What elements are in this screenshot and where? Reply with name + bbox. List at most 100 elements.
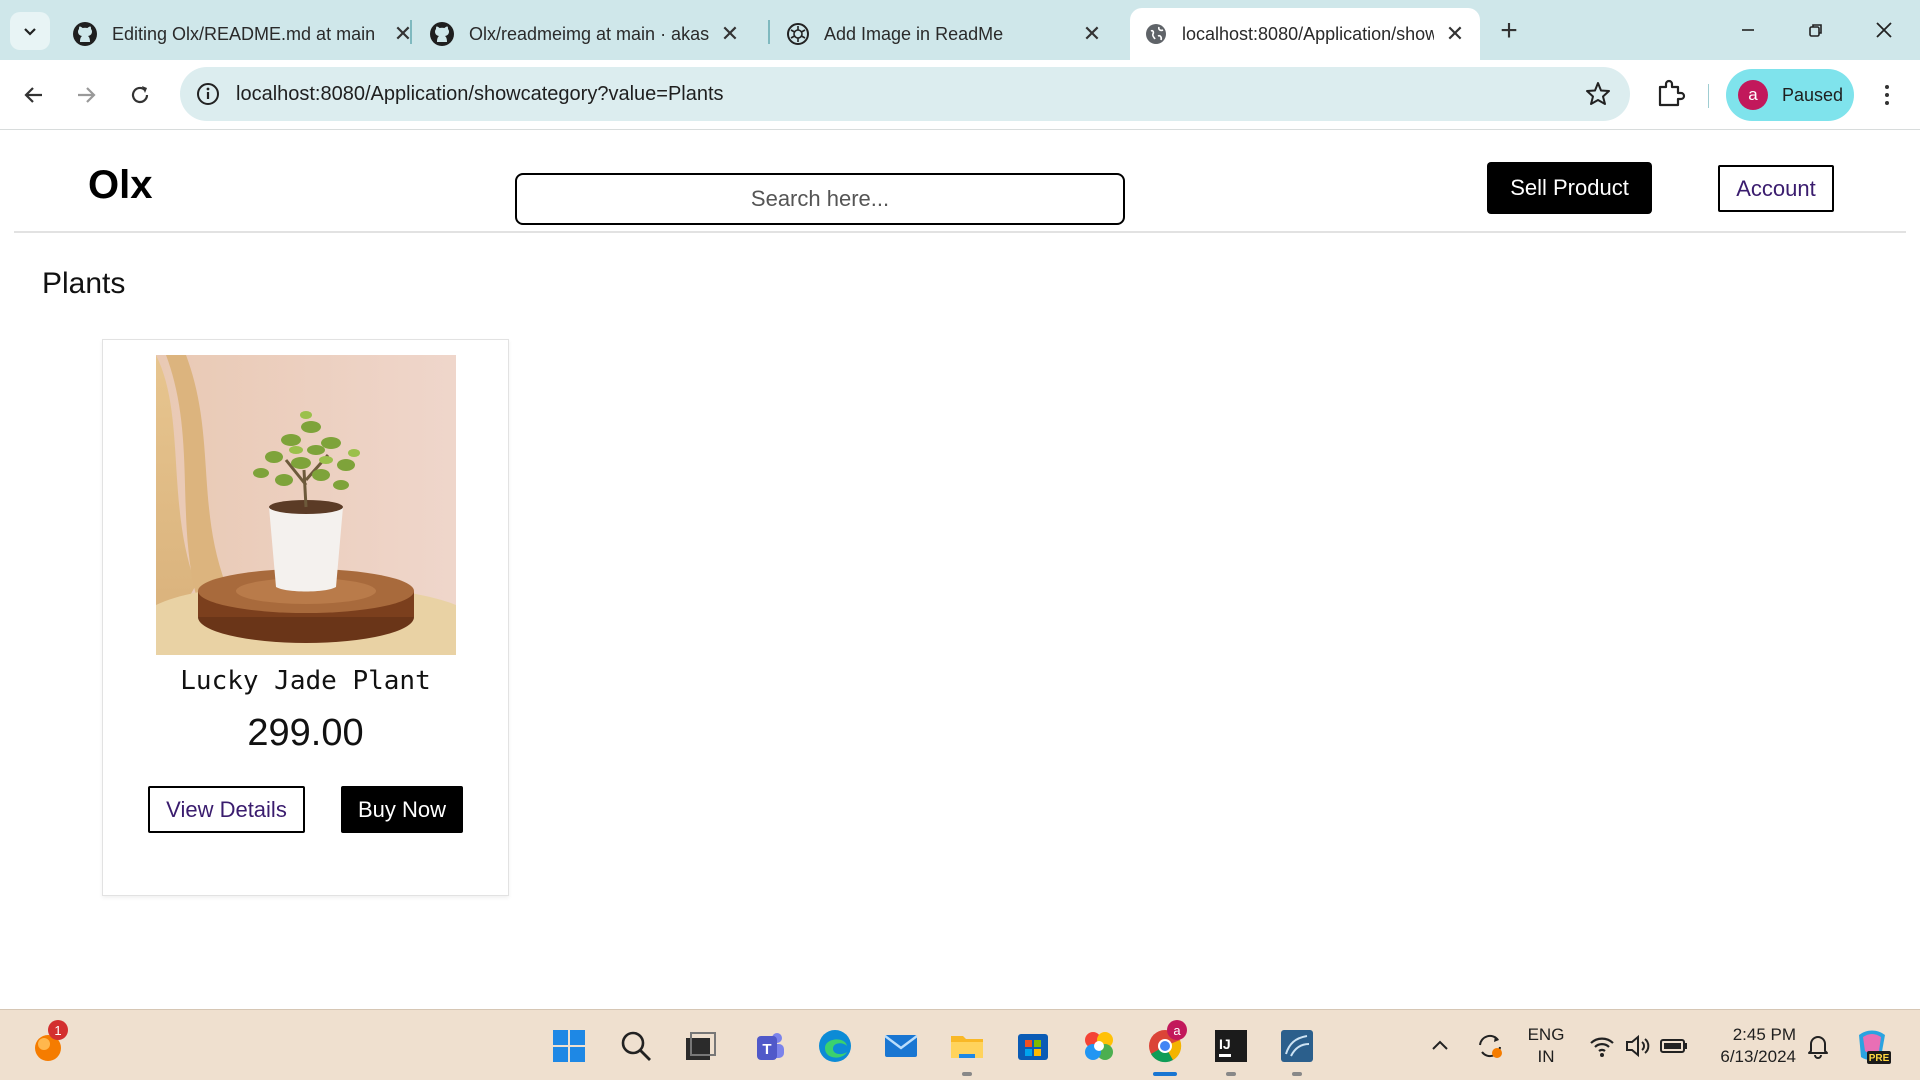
windows-start-icon [553,1030,585,1062]
volume-button[interactable] [1618,1026,1658,1066]
tab-editing-readme[interactable]: Editing Olx/README.md at main ✕ [58,8,428,60]
language-indicator[interactable]: ENG IN [1520,1024,1572,1068]
browser-menu-button[interactable] [1872,75,1902,115]
site-header: Olx Sell Product Account [14,131,1906,233]
reload-icon [131,86,149,104]
tab-readmeimg[interactable]: Olx/readmeimg at main · akash ✕ [415,8,755,60]
tab-search-button[interactable] [10,12,50,50]
edge-button[interactable] [815,1026,855,1066]
copilot-icon: PRE [1859,1030,1891,1064]
intellij-button[interactable]: IJ [1211,1026,1251,1066]
minimize-icon [1742,29,1754,31]
more-dots-icon [1885,85,1889,89]
mysql-workbench-icon [1281,1030,1313,1062]
mail-icon [884,1035,918,1057]
store-icon [1018,1034,1048,1060]
battery-icon [1660,1039,1687,1053]
task-view-button[interactable] [680,1026,720,1066]
buy-now-button[interactable]: Buy Now [341,786,463,833]
tab-separator [768,20,770,44]
sync-tray-button[interactable] [1470,1026,1510,1066]
task-view-icon [686,1032,716,1060]
new-tab-button[interactable]: + [1492,14,1526,48]
notification-badge: 1 [48,1020,68,1040]
browser-tabstrip: Editing Olx/README.md at main ✕ Olx/read… [0,0,1920,60]
wifi-icon [1590,1037,1614,1057]
extensions-puzzle-icon[interactable] [1652,75,1688,111]
store-button[interactable] [1013,1026,1053,1066]
account-button[interactable]: Account [1718,165,1834,212]
close-window-button[interactable] [1864,10,1904,50]
photos-button[interactable] [1079,1026,1119,1066]
clock-date: 6/13/2024 [1720,1047,1796,1066]
close-icon[interactable]: ✕ [1081,21,1103,46]
mail-button[interactable] [881,1026,921,1066]
search-input[interactable] [515,173,1125,225]
product-image[interactable] [156,355,456,655]
folder-icon [951,1036,983,1058]
windows-taskbar: 1 T a IJ ENG IN 2:45 PM 6/13/2024 PRE [0,1009,1920,1080]
mysql-workbench-button[interactable] [1277,1026,1317,1066]
profile-button[interactable]: a Paused [1726,69,1854,121]
clock-time: 2:45 PM [1732,1025,1796,1044]
forward-button[interactable] [66,75,106,115]
tab-title: Add Image in ReadMe [824,23,1004,44]
intellij-icon: IJ [1215,1030,1247,1062]
reload-button[interactable] [120,75,160,115]
search-icon [621,1031,651,1061]
bell-icon [1808,1036,1828,1059]
view-details-button[interactable]: View Details [148,786,305,833]
svg-text:IJ: IJ [1219,1036,1231,1052]
start-button[interactable] [549,1026,589,1066]
url-text[interactable]: localhost:8080/Application/showcategory?… [236,83,724,106]
back-button[interactable] [14,75,54,115]
close-icon[interactable]: ✕ [1444,21,1466,46]
taskbar-search-button[interactable] [616,1026,656,1066]
browser-toolbar: localhost:8080/Application/showcategory?… [0,60,1920,130]
chatgpt-icon [787,23,809,45]
wifi-button[interactable] [1582,1026,1622,1066]
chevron-down-icon [24,28,36,36]
restore-icon [1809,24,1822,37]
tab-localhost[interactable]: localhost:8080/Application/show ✕ [1130,8,1480,60]
sell-product-button[interactable]: Sell Product [1487,162,1652,214]
address-bar[interactable]: localhost:8080/Application/showcategory?… [180,67,1630,121]
speaker-icon [1626,1034,1650,1058]
tab-add-image[interactable]: Add Image in ReadMe ✕ [772,8,1117,60]
tab-title: localhost:8080/Application/show [1182,23,1434,44]
github-icon [73,22,97,46]
svg-text:T: T [762,1041,771,1058]
restore-button[interactable] [1796,10,1836,50]
tab-title: Olx/readmeimg at main · akash [469,23,709,44]
tab-title: Editing Olx/README.md at main [112,23,376,44]
arrow-right-icon [78,87,96,103]
language-code: ENG [1527,1025,1565,1044]
github-icon [430,22,454,46]
page-title: Plants [42,267,126,300]
battery-button[interactable] [1654,1026,1694,1066]
site-info-icon[interactable] [194,80,222,108]
bookmark-star-icon[interactable] [1584,80,1612,108]
profile-status: Paused [1782,84,1844,105]
product-card: Lucky Jade Plant 299.00 View Details Buy… [102,339,509,896]
show-hidden-icons-button[interactable] [1420,1026,1460,1066]
page-content: Olx Sell Product Account Plants [0,131,1920,1009]
sync-icon [1479,1034,1502,1058]
notifications-button[interactable] [1798,1026,1838,1066]
photos-icon [1085,1032,1113,1060]
close-icon [1876,22,1892,38]
region-code: IN [1537,1047,1555,1066]
clock[interactable]: 2:45 PM 6/13/2024 [1700,1024,1796,1068]
close-icon[interactable]: ✕ [719,21,741,46]
avatar: a [1738,80,1768,110]
site-logo[interactable]: Olx [88,163,152,208]
toolbar-divider [1708,84,1709,108]
running-indicator [1292,1072,1302,1076]
active-indicator [1153,1072,1177,1076]
minimize-button[interactable] [1728,10,1768,50]
copilot-button[interactable]: PRE [1852,1026,1892,1066]
teams-button[interactable]: T [749,1026,789,1066]
teams-icon: T [757,1033,784,1060]
file-explorer-button[interactable] [947,1026,987,1066]
globe-icon [1146,24,1166,44]
